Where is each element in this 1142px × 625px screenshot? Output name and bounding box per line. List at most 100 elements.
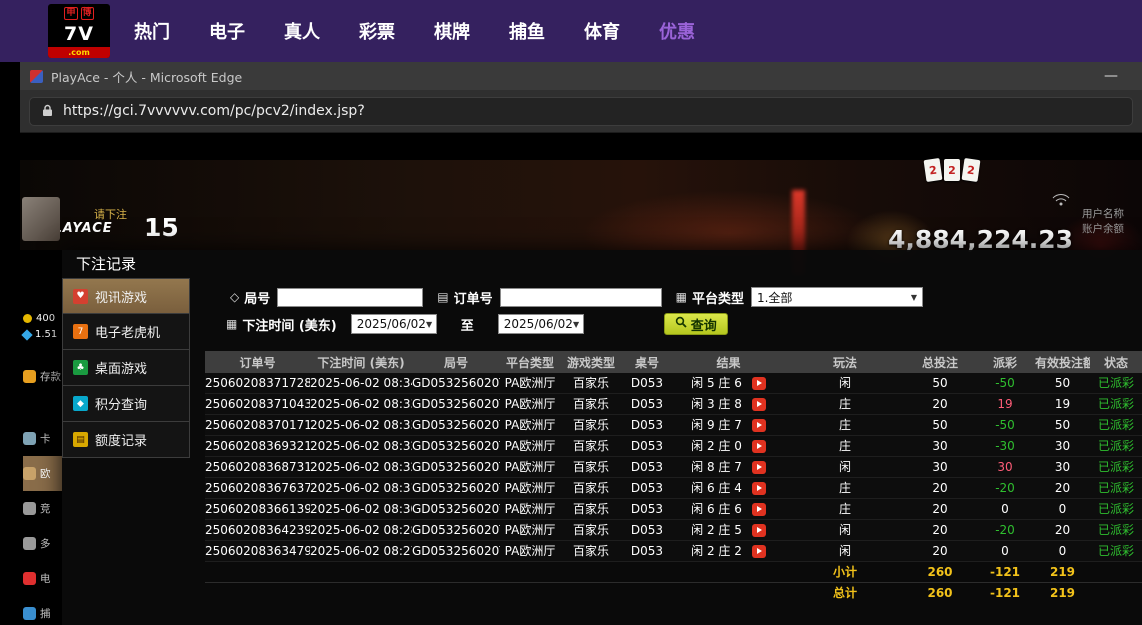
nav-item-8[interactable]: 优惠 [659, 18, 695, 44]
strip-item-2[interactable]: 卡 [23, 421, 62, 456]
cell-game: 百家乐 [560, 394, 622, 415]
cell-order: 250602083676377 [205, 478, 310, 499]
browser-window: PlayAce - 个人 - Microsoft Edge — https://… [20, 62, 1142, 625]
site-logo[interactable]: 申 博 7V .com [48, 4, 110, 58]
strip-item-icon [23, 607, 36, 620]
cell-play: 闲 [785, 457, 905, 478]
play-triangle-icon [757, 464, 762, 470]
tag-icon: ◇ [230, 290, 239, 304]
sidebar-item-1[interactable]: ♥视讯游戏 [62, 278, 190, 314]
minimize-button[interactable]: — [1090, 68, 1132, 84]
bet-time-label: ▦ 下注时间 (美东) [226, 315, 337, 334]
cell-round: GD053256020TT [412, 373, 500, 394]
cell-payout: 0 [975, 499, 1035, 520]
nav-item-3[interactable]: 真人 [284, 18, 320, 44]
play-triangle-icon [757, 527, 762, 533]
round-input[interactable] [277, 288, 423, 307]
strip-item-1[interactable]: 存款 [23, 359, 62, 394]
strip-item-6[interactable]: 电 [23, 561, 62, 596]
filters: ◇ 局号 ▤ 订单号 ▦ [190, 278, 1142, 336]
strip-item-3[interactable]: 欧 [23, 456, 62, 491]
cell-round: GD053256020TM [412, 499, 500, 520]
strip-item-5[interactable]: 多 [23, 526, 62, 561]
cell-order: 250602083642393 [205, 520, 310, 541]
replay-button[interactable] [752, 545, 766, 558]
url-input[interactable]: https://gci.7vvvvvv.com/pc/pcv2/index.js… [29, 97, 1133, 126]
cell-status: 已派彩 [1090, 520, 1142, 541]
cell-game: 百家乐 [560, 499, 622, 520]
result-cell: 闲 8 庄 7 [672, 457, 785, 477]
coin-value: 400 [36, 313, 55, 324]
cell-time: 2025-06-02 08:32:02 [310, 457, 412, 478]
user-info-labels: 用户名称 账户余额 [1082, 207, 1124, 237]
replay-button[interactable] [752, 482, 766, 495]
replay-button[interactable] [752, 503, 766, 516]
round-label-text: 局号 [244, 288, 270, 307]
sidebar-item-label: 额度记录 [95, 430, 147, 449]
col-status: 状态 [1090, 351, 1142, 373]
sidebar-item-2[interactable]: 7电子老虎机 [62, 314, 190, 350]
date-to-value: 2025/06/02 [504, 317, 573, 331]
nav-item-1[interactable]: 热门 [134, 18, 170, 44]
avatar[interactable] [22, 197, 60, 241]
bet-prompt: 请下注 [94, 206, 127, 222]
nav-item-5[interactable]: 棋牌 [434, 18, 470, 44]
result-cell: 闲 9 庄 7 [672, 415, 785, 435]
strip-item-7[interactable]: 捕 [23, 596, 62, 625]
cell-time: 2025-06-02 08:31:15 [310, 478, 412, 499]
table-row: 2506020836423932025-06-02 08:28:35GD0532… [205, 520, 1142, 541]
table-row: 2506020837104312025-06-02 08:33:55GD0532… [205, 394, 1142, 415]
sidebar-item-5[interactable]: ▤额度记录 [62, 422, 190, 458]
result-cell: 闲 2 庄 0 [672, 436, 785, 456]
cell-time: 2025-06-02 08:33:12 [310, 415, 412, 436]
order-input[interactable] [500, 288, 662, 307]
platform-select[interactable]: 1.全部 ▼ [751, 287, 923, 307]
strip-item-icon [23, 502, 36, 515]
table-row: 2506020836873182025-06-02 08:32:02GD0532… [205, 457, 1142, 478]
page-content: PLAYACE 请下注 15 222 4,884,224.23 用户名称 账户余… [20, 133, 1142, 625]
points-icon: ◆ [73, 396, 88, 411]
left-strip-items: 存款卡欧竞多电捕 [23, 359, 62, 625]
cell-result: 闲 6 庄 4 [672, 478, 785, 499]
date-from-select[interactable]: 2025/06/02 ▼ [351, 314, 437, 334]
nav-item-4[interactable]: 彩票 [359, 18, 395, 44]
cell-platform: PA欧洲厅 [500, 520, 560, 541]
nav-item-6[interactable]: 捕鱼 [509, 18, 545, 44]
cell-status: 已派彩 [1090, 541, 1142, 562]
cell-status: 已派彩 [1090, 394, 1142, 415]
screen: 申 博 7V .com 热门 电子 真人 彩票 棋牌 捕鱼 体育 优惠 PlayAce - 个… [0, 0, 1142, 625]
table-row: 2506020836347942025-06-02 08:27:57GD0532… [205, 541, 1142, 562]
cell-time: 2025-06-02 08:34:28 [310, 373, 412, 394]
cell-play: 庄 [785, 436, 905, 457]
strip-item-icon [23, 467, 36, 480]
replay-button[interactable] [752, 524, 766, 537]
replay-button[interactable] [752, 461, 766, 474]
cell-result: 闲 2 庄 2 [672, 541, 785, 562]
nav-item-7[interactable]: 体育 [584, 18, 620, 44]
subtotal-valid: 219 [1035, 562, 1090, 583]
chevron-down-icon: ▼ [911, 293, 917, 302]
replay-button[interactable] [752, 377, 766, 390]
replay-button[interactable] [752, 419, 766, 432]
col-play: 玩法 [785, 351, 905, 373]
cell-order: 250602083701710 [205, 415, 310, 436]
result-cell: 闲 6 庄 6 [672, 499, 785, 519]
replay-button[interactable] [752, 398, 766, 411]
sidebar-item-3[interactable]: ♣桌面游戏 [62, 350, 190, 386]
col-order: 订单号 [205, 351, 310, 373]
result-text: 闲 3 庄 8 [691, 394, 742, 414]
cell-time: 2025-06-02 08:28:35 [310, 520, 412, 541]
cell-bet: 20 [905, 478, 975, 499]
search-button[interactable]: 查询 [664, 313, 728, 335]
col-bet: 总投注 [905, 351, 975, 373]
table-row: 2506020837017102025-06-02 08:33:12GD0532… [205, 415, 1142, 436]
modal-title: 下注记录 [62, 250, 1142, 278]
modal-content: ◇ 局号 ▤ 订单号 ▦ [190, 278, 1142, 625]
date-to-select[interactable]: 2025/06/02 ▼ [498, 314, 584, 334]
sidebar-item-4[interactable]: ◆积分查询 [62, 386, 190, 422]
strip-item-4[interactable]: 竞 [23, 491, 62, 526]
replay-button[interactable] [752, 440, 766, 453]
chevron-down-icon: ▼ [573, 320, 579, 329]
nav-item-2[interactable]: 电子 [209, 18, 245, 44]
cell-round: GD053256020TK [412, 520, 500, 541]
